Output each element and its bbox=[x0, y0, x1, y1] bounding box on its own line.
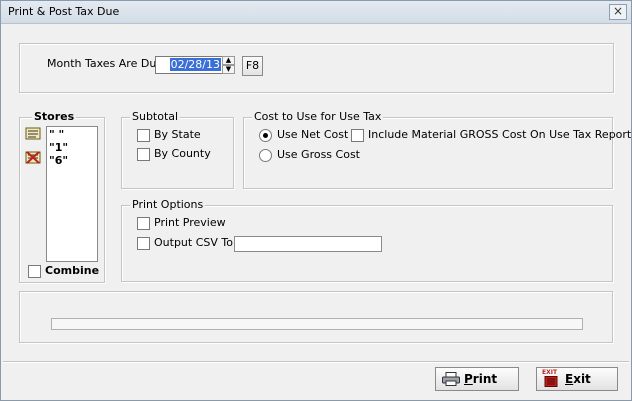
exit-icon-text: EXIT bbox=[542, 369, 558, 376]
exit-door-icon: EXIT bbox=[542, 369, 560, 387]
print-post-tax-due-window: Print & Post Tax Due × Month Taxes Are D… bbox=[0, 0, 632, 401]
print-button-label: Print bbox=[464, 372, 497, 386]
use-net-cost-radio[interactable] bbox=[259, 129, 272, 142]
by-state-checkbox[interactable] bbox=[137, 129, 150, 142]
progress-group bbox=[19, 291, 613, 343]
spin-down-icon[interactable]: ▼ bbox=[222, 65, 235, 74]
use-gross-cost-radio[interactable] bbox=[259, 149, 272, 162]
stores-listbox[interactable]: " " "1" "6" bbox=[46, 126, 98, 262]
use-gross-cost-label: Use Gross Cost bbox=[277, 148, 360, 161]
month-due-date-value: 02/28/13 bbox=[169, 58, 221, 71]
combine-checkbox[interactable] bbox=[28, 265, 41, 278]
print-label-mnemonic: P bbox=[464, 372, 473, 386]
print-preview-label: Print Preview bbox=[154, 216, 226, 229]
window-title: Print & Post Tax Due bbox=[8, 5, 120, 18]
output-csv-label: Output CSV To: bbox=[154, 236, 237, 249]
f8-lookup-button[interactable]: F8 bbox=[242, 56, 263, 76]
close-icon: × bbox=[612, 4, 624, 18]
cost-to-use-legend: Cost to Use for Use Tax bbox=[252, 110, 384, 123]
print-label-rest: rint bbox=[472, 372, 498, 386]
progress-bar bbox=[51, 318, 583, 330]
store-list-icon[interactable] bbox=[25, 127, 41, 141]
stores-legend: Stores bbox=[32, 110, 77, 123]
include-material-gross-checkbox[interactable] bbox=[351, 129, 364, 142]
print-preview-checkbox[interactable] bbox=[137, 217, 150, 230]
use-net-cost-label: Use Net Cost bbox=[277, 128, 349, 141]
printer-icon bbox=[442, 372, 460, 389]
combine-label: Combine bbox=[45, 264, 100, 277]
title-bar: Print & Post Tax Due × bbox=[1, 1, 631, 24]
store-item[interactable]: "6" bbox=[49, 154, 68, 167]
exit-button[interactable]: EXIT Exit bbox=[536, 367, 618, 391]
exit-label-mnemonic: E bbox=[565, 372, 574, 386]
exit-label-rest: xit bbox=[573, 372, 591, 386]
by-county-checkbox[interactable] bbox=[137, 148, 150, 161]
print-button[interactable]: Print bbox=[435, 367, 519, 391]
subtotal-legend: Subtotal bbox=[130, 110, 181, 123]
by-state-label: By State bbox=[154, 128, 201, 141]
include-material-gross-label: Include Material GROSS Cost On Use Tax R… bbox=[368, 128, 632, 141]
store-item[interactable]: "1" bbox=[49, 141, 68, 154]
date-spinner[interactable]: ▲ ▼ bbox=[222, 56, 235, 74]
close-button[interactable]: × bbox=[609, 4, 627, 20]
footer-separator bbox=[3, 361, 629, 363]
output-csv-checkbox[interactable] bbox=[137, 237, 150, 250]
print-options-legend: Print Options bbox=[130, 198, 206, 211]
output-csv-path-input[interactable] bbox=[234, 236, 382, 252]
exit-button-label: Exit bbox=[565, 372, 591, 386]
month-due-date-input[interactable]: 02/28/13 bbox=[155, 56, 223, 74]
spin-up-icon[interactable]: ▲ bbox=[222, 56, 235, 65]
by-county-label: By County bbox=[154, 147, 211, 160]
store-clear-icon[interactable] bbox=[25, 151, 41, 165]
month-due-label: Month Taxes Are Due bbox=[47, 57, 164, 70]
store-item[interactable]: " " bbox=[49, 128, 64, 141]
